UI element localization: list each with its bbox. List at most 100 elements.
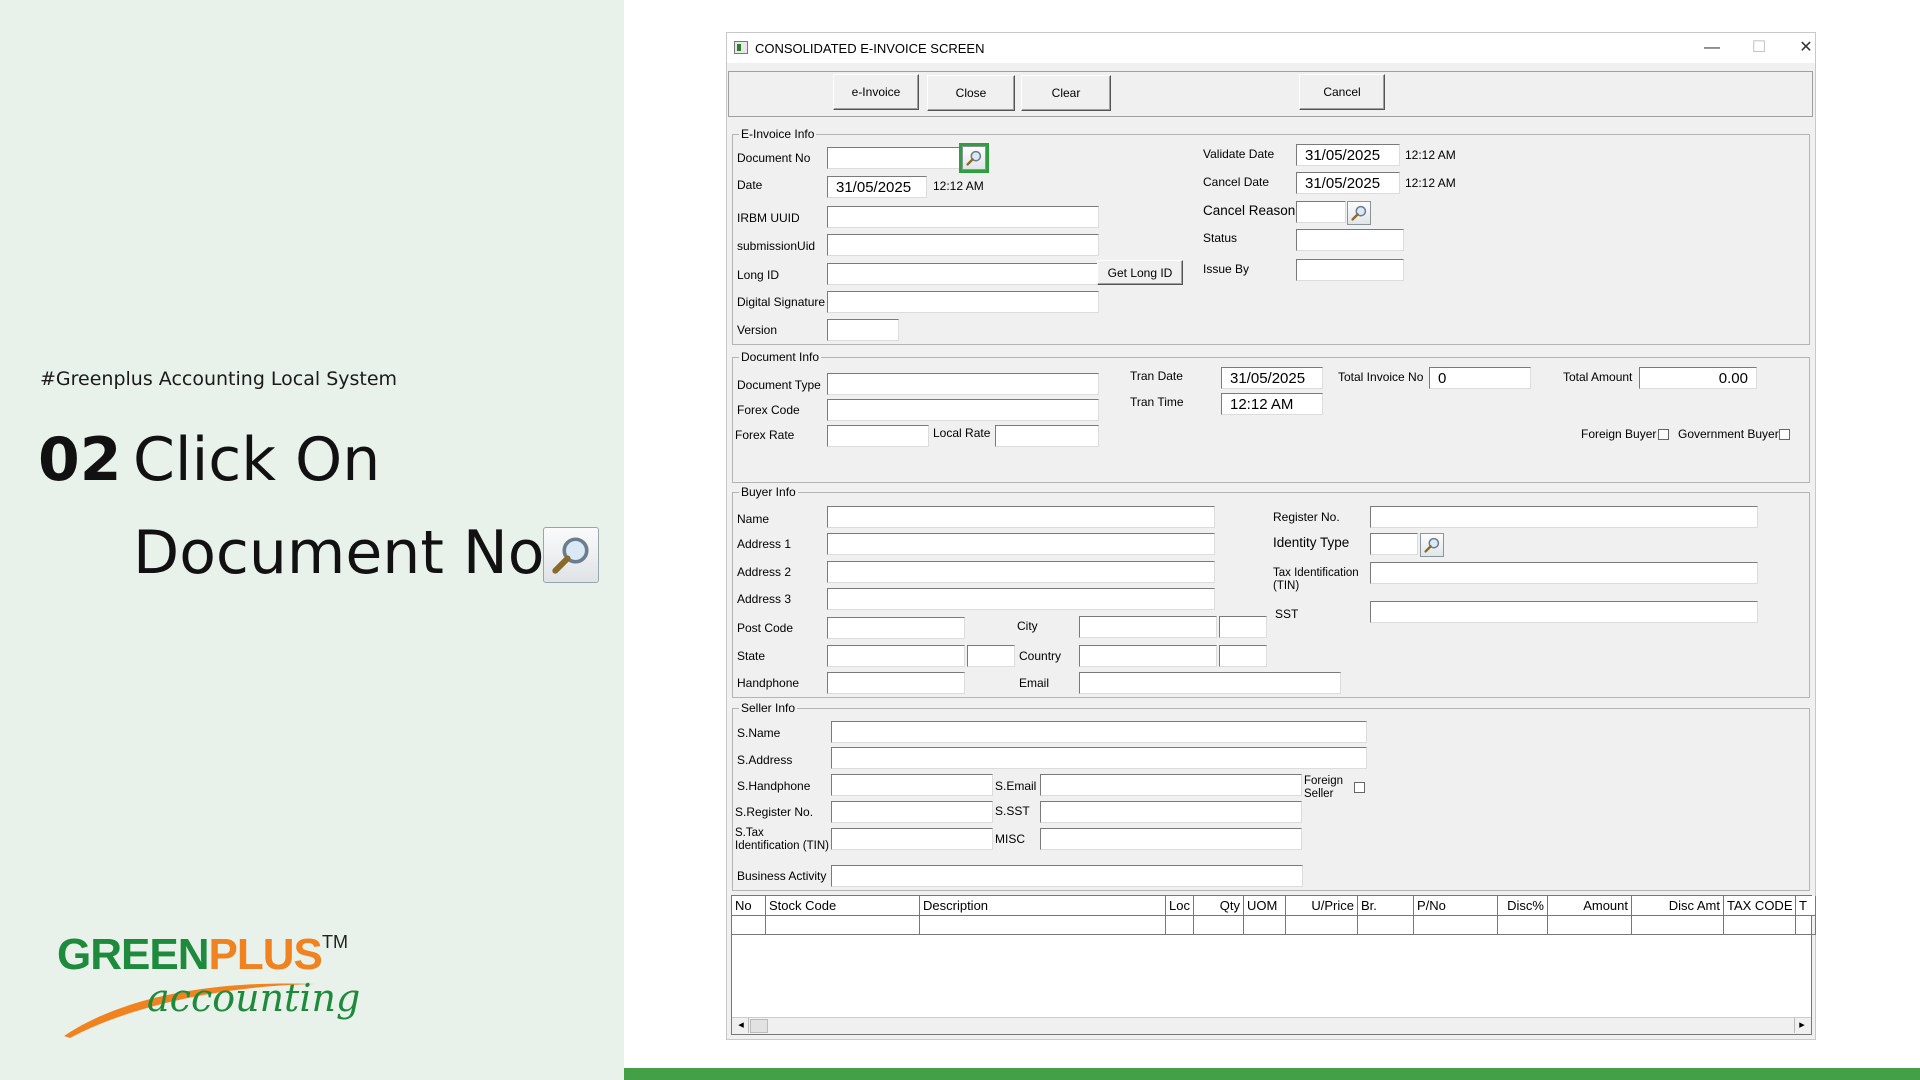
- document-type-field[interactable]: [827, 373, 1099, 395]
- seller-address-label: S.Address: [737, 753, 793, 767]
- state-field[interactable]: [827, 645, 965, 667]
- long-id-field[interactable]: [827, 263, 1099, 285]
- cancel-date-field[interactable]: 31/05/2025: [1296, 172, 1400, 194]
- version-field[interactable]: [827, 319, 899, 341]
- grid-cell[interactable]: [1244, 916, 1286, 935]
- date-field[interactable]: 31/05/2025: [827, 176, 927, 198]
- foreign-seller-checkbox[interactable]: [1354, 782, 1365, 793]
- forex-rate-field[interactable]: [827, 425, 929, 447]
- seller-tin-field[interactable]: [831, 828, 993, 850]
- grid-cell[interactable]: [1166, 916, 1194, 935]
- grid-cell[interactable]: [1194, 916, 1244, 935]
- address2-label: Address 2: [737, 565, 792, 579]
- government-buyer-checkbox[interactable]: [1779, 429, 1790, 440]
- seller-register-no-label: S.Register No.: [735, 805, 814, 819]
- minimize-button[interactable]: —: [1690, 37, 1734, 59]
- forex-code-field[interactable]: [827, 399, 1099, 421]
- submission-uid-field[interactable]: [827, 234, 1099, 256]
- country-code-field[interactable]: [1219, 645, 1267, 667]
- tran-date-field[interactable]: 31/05/2025: [1221, 367, 1323, 389]
- grid-cell[interactable]: [1358, 916, 1414, 935]
- city-field[interactable]: [1079, 616, 1217, 638]
- grid-header-u-price[interactable]: U/Price: [1286, 896, 1358, 916]
- grid-header-uom[interactable]: UOM: [1244, 896, 1286, 916]
- grid-cell[interactable]: [766, 916, 920, 935]
- grid-header-amount[interactable]: Amount: [1548, 896, 1632, 916]
- grid-cell[interactable]: [1498, 916, 1548, 935]
- grid-header-br[interactable]: Br.: [1358, 896, 1414, 916]
- register-no-field[interactable]: [1370, 506, 1758, 528]
- grid-cell[interactable]: [1632, 916, 1724, 935]
- grid-cell[interactable]: [1724, 916, 1796, 935]
- address2-field[interactable]: [827, 561, 1215, 583]
- grid-cell[interactable]: [920, 916, 1166, 935]
- seller-name-field[interactable]: [831, 721, 1367, 743]
- document-no-field[interactable]: [827, 147, 961, 169]
- state-code-field[interactable]: [967, 645, 1015, 667]
- identity-type-lookup-icon[interactable]: [1420, 533, 1444, 557]
- grid-cell[interactable]: [732, 916, 766, 935]
- country-field[interactable]: [1079, 645, 1217, 667]
- post-code-field[interactable]: [827, 617, 965, 639]
- grid-header-stock-code[interactable]: Stock Code: [766, 896, 920, 916]
- identity-type-field[interactable]: [1370, 533, 1418, 555]
- scroll-right-arrow-icon[interactable]: ▸: [1794, 1018, 1809, 1033]
- local-rate-field[interactable]: [995, 425, 1099, 447]
- seller-address-field[interactable]: [831, 747, 1367, 769]
- grid-header-tax-code[interactable]: TAX CODE: [1724, 896, 1796, 916]
- grid-header-no[interactable]: No: [732, 896, 766, 916]
- grid-cell[interactable]: [1796, 916, 1816, 935]
- horizontal-scrollbar[interactable]: ◂ ▸: [732, 1017, 1811, 1034]
- grid-header-p-no[interactable]: P/No: [1414, 896, 1498, 916]
- maximize-button[interactable]: ☐: [1737, 37, 1781, 59]
- seller-email-field[interactable]: [1040, 774, 1302, 796]
- cancel-button[interactable]: Cancel: [1299, 74, 1385, 110]
- seller-sst-field[interactable]: [1040, 801, 1302, 823]
- grid-header-disc-amt[interactable]: Disc Amt: [1632, 896, 1724, 916]
- seller-register-no-field[interactable]: [831, 801, 993, 823]
- grid-cell[interactable]: [1286, 916, 1358, 935]
- irbm-uuid-field[interactable]: [827, 206, 1099, 228]
- misc-field[interactable]: [1040, 828, 1302, 850]
- sst-field[interactable]: [1370, 601, 1758, 623]
- grid-header-loc[interactable]: Loc: [1166, 896, 1194, 916]
- line-items-grid[interactable]: No Stock Code Description Loc Qty UOM U/Price B…: [731, 895, 1816, 1035]
- issue-by-field[interactable]: [1296, 259, 1404, 281]
- buyer-name-field[interactable]: [827, 506, 1215, 528]
- scroll-left-arrow-icon[interactable]: ◂: [734, 1018, 749, 1033]
- address3-field[interactable]: [827, 588, 1215, 610]
- close-window-button[interactable]: ✕: [1784, 37, 1828, 59]
- digital-signature-field[interactable]: [827, 291, 1099, 313]
- cancel-reason-lookup-icon[interactable]: [1347, 201, 1371, 225]
- tin-field[interactable]: [1370, 562, 1758, 584]
- grid-cell[interactable]: [1548, 916, 1632, 935]
- get-long-id-button[interactable]: Get Long ID: [1097, 260, 1183, 285]
- address3-label: Address 3: [737, 592, 792, 606]
- cancel-reason-field[interactable]: [1296, 201, 1346, 223]
- grid-header-qty[interactable]: Qty: [1194, 896, 1244, 916]
- register-no-label: Register No.: [1273, 510, 1340, 524]
- total-invoice-no-field[interactable]: 0: [1429, 367, 1531, 389]
- scroll-thumb[interactable]: [750, 1019, 768, 1033]
- einvoice-button[interactable]: e-Invoice: [833, 74, 919, 110]
- email-field[interactable]: [1079, 672, 1341, 694]
- status-field[interactable]: [1296, 229, 1404, 251]
- grid-cell[interactable]: [1414, 916, 1498, 935]
- grid-header-disc[interactable]: Disc%: [1498, 896, 1548, 916]
- close-button[interactable]: Close: [927, 75, 1015, 111]
- total-amount-field[interactable]: 0.00: [1639, 367, 1757, 389]
- validate-date-field[interactable]: 31/05/2025: [1296, 144, 1400, 166]
- document-no-lookup-icon[interactable]: [959, 143, 989, 173]
- title-bar[interactable]: CONSOLIDATED E-INVOICE SCREEN — ☐ ✕: [727, 33, 1815, 63]
- business-activity-field[interactable]: [831, 865, 1303, 887]
- seller-handphone-field[interactable]: [831, 774, 993, 796]
- foreign-buyer-checkbox[interactable]: [1658, 429, 1669, 440]
- address1-field[interactable]: [827, 533, 1215, 555]
- tran-time-field[interactable]: 12:12 AM: [1221, 393, 1323, 415]
- city-code-field[interactable]: [1219, 616, 1267, 638]
- handphone-field[interactable]: [827, 672, 965, 694]
- step-number: 02: [38, 425, 122, 495]
- grid-header-description[interactable]: Description: [920, 896, 1166, 916]
- grid-header-t[interactable]: T: [1796, 896, 1816, 916]
- clear-button[interactable]: Clear: [1021, 75, 1111, 111]
